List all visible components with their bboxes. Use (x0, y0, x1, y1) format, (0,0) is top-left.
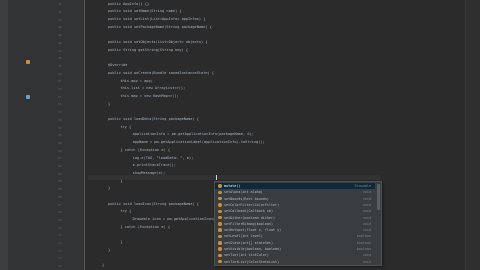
ide-window: 41 42 43 44 45 46 47 48 49 50 51 52 53 54 55 56 57 58 59 60… (0, 0, 480, 270)
line-number: 49 (58, 63, 62, 68)
autocomplete-item-type: void (362, 259, 371, 264)
code-line: applicationInfo = pm.getApplicationInfo(… (124, 132, 254, 137)
line-number: 50 (58, 71, 62, 76)
code-line: } catch (Exception e) { (116, 224, 171, 229)
line-number: 69 (58, 217, 62, 222)
code-line: appName = pm.getApplicationLabel(applica… (124, 140, 265, 145)
method-icon (218, 209, 222, 214)
method-icon (218, 241, 222, 245)
code-line: @Override (108, 63, 128, 68)
line-number: 43 (58, 17, 62, 22)
code-line: } (108, 186, 111, 191)
autocomplete-popup[interactable]: mutate() Drawable setAlpha(int alpha) void s… (214, 181, 382, 266)
code-line: } (108, 101, 111, 106)
code-line: this.list = new ArrayList<>(); (116, 86, 186, 91)
method-icon (218, 222, 222, 226)
line-number: 71 (58, 233, 62, 238)
line-number: 58 (58, 133, 62, 138)
line-number: 66 (58, 194, 62, 199)
line-number: 46 (58, 40, 62, 45)
line-number: 51 (58, 79, 62, 84)
code-line: this.map = new HashMap<>(); (116, 93, 179, 98)
autocomplete-item[interactable]: setTintList(ColorStateList) void (215, 259, 375, 265)
code-line: public String getString(String key) { (108, 47, 189, 52)
line-number: 44 (58, 25, 62, 30)
line-number: 65 (58, 187, 62, 192)
method-icon (218, 247, 222, 251)
gutter-marker-icon[interactable] (26, 60, 30, 64)
code-line: public void loadData(String packageName)… (108, 117, 199, 121)
code-line: public void loadIcon(String packageName)… (108, 201, 199, 206)
code-line: public void setPackageName(String packag… (108, 24, 212, 29)
code-line: try { (116, 124, 132, 129)
line-number: 55 (58, 110, 62, 115)
line-number: 45 (58, 33, 62, 38)
code-line: } (102, 263, 105, 268)
method-icon (218, 259, 222, 264)
autocomplete-item-name: setTintList(ColorStateList) (224, 259, 280, 264)
line-number: 70 (58, 225, 62, 230)
code-line: showMessage(e); (124, 170, 166, 175)
line-number: 68 (58, 210, 62, 215)
line-number: 73 (58, 248, 62, 253)
line-number: 74 (58, 256, 62, 261)
line-number: 53 (58, 94, 62, 99)
method-icon (218, 203, 222, 207)
code-line: this.app = app; (116, 78, 153, 83)
method-icon (218, 190, 222, 195)
line-number: 59 (58, 140, 62, 145)
method-icon (218, 228, 222, 232)
line-number: 62 (58, 164, 62, 168)
line-number: 61 (58, 156, 62, 161)
code-line: public void setObjects(List<Object> obje… (108, 40, 208, 44)
editor-scrollbar[interactable] (465, 0, 480, 270)
code-line: Log.e(TAG, "loadData: ", e); (124, 155, 194, 160)
line-number: 60 (58, 148, 62, 153)
autocomplete-scrollbar[interactable] (377, 184, 380, 210)
line-number: 64 (58, 179, 62, 184)
line-number: 72 (58, 241, 62, 245)
code-line: public void onCreate(Bundle savedInstanc… (108, 70, 215, 75)
line-number: 48 (58, 56, 62, 61)
code-line: public void setList(List<AppInfo> appInf… (108, 16, 206, 21)
text-caret (216, 175, 217, 180)
method-icon (218, 253, 222, 258)
line-number: 42 (58, 10, 62, 14)
code-line: try { (116, 209, 132, 214)
code-line: } (116, 178, 123, 183)
code-line: } (116, 240, 123, 245)
gutter-marker-icon[interactable] (26, 95, 30, 99)
line-number: 67 (58, 202, 62, 207)
line-number: 41 (58, 2, 62, 7)
code-line: } catch (Exception e) { (116, 147, 171, 152)
method-icon (218, 215, 222, 220)
code-line: public void setName(String name) { (108, 9, 182, 14)
line-number: 75 (58, 264, 62, 269)
line-number: 57 (58, 125, 62, 130)
line-number: 47 (58, 48, 62, 53)
code-line: e.printStackTrace(); (124, 163, 176, 168)
method-icon (218, 184, 222, 188)
code-line: public AppInfo() {} (108, 1, 150, 6)
line-number: 52 (58, 87, 62, 91)
method-icon (218, 234, 222, 239)
line-number: 63 (58, 171, 62, 176)
code-line: } (108, 247, 111, 252)
method-icon (218, 196, 222, 201)
editor-gutter[interactable]: 41 42 43 44 45 46 47 48 49 50 51 52 53 54 55 56 57 58 59 60… (8, 0, 85, 270)
line-number: 54 (58, 102, 62, 107)
line-number: 56 (58, 117, 62, 122)
